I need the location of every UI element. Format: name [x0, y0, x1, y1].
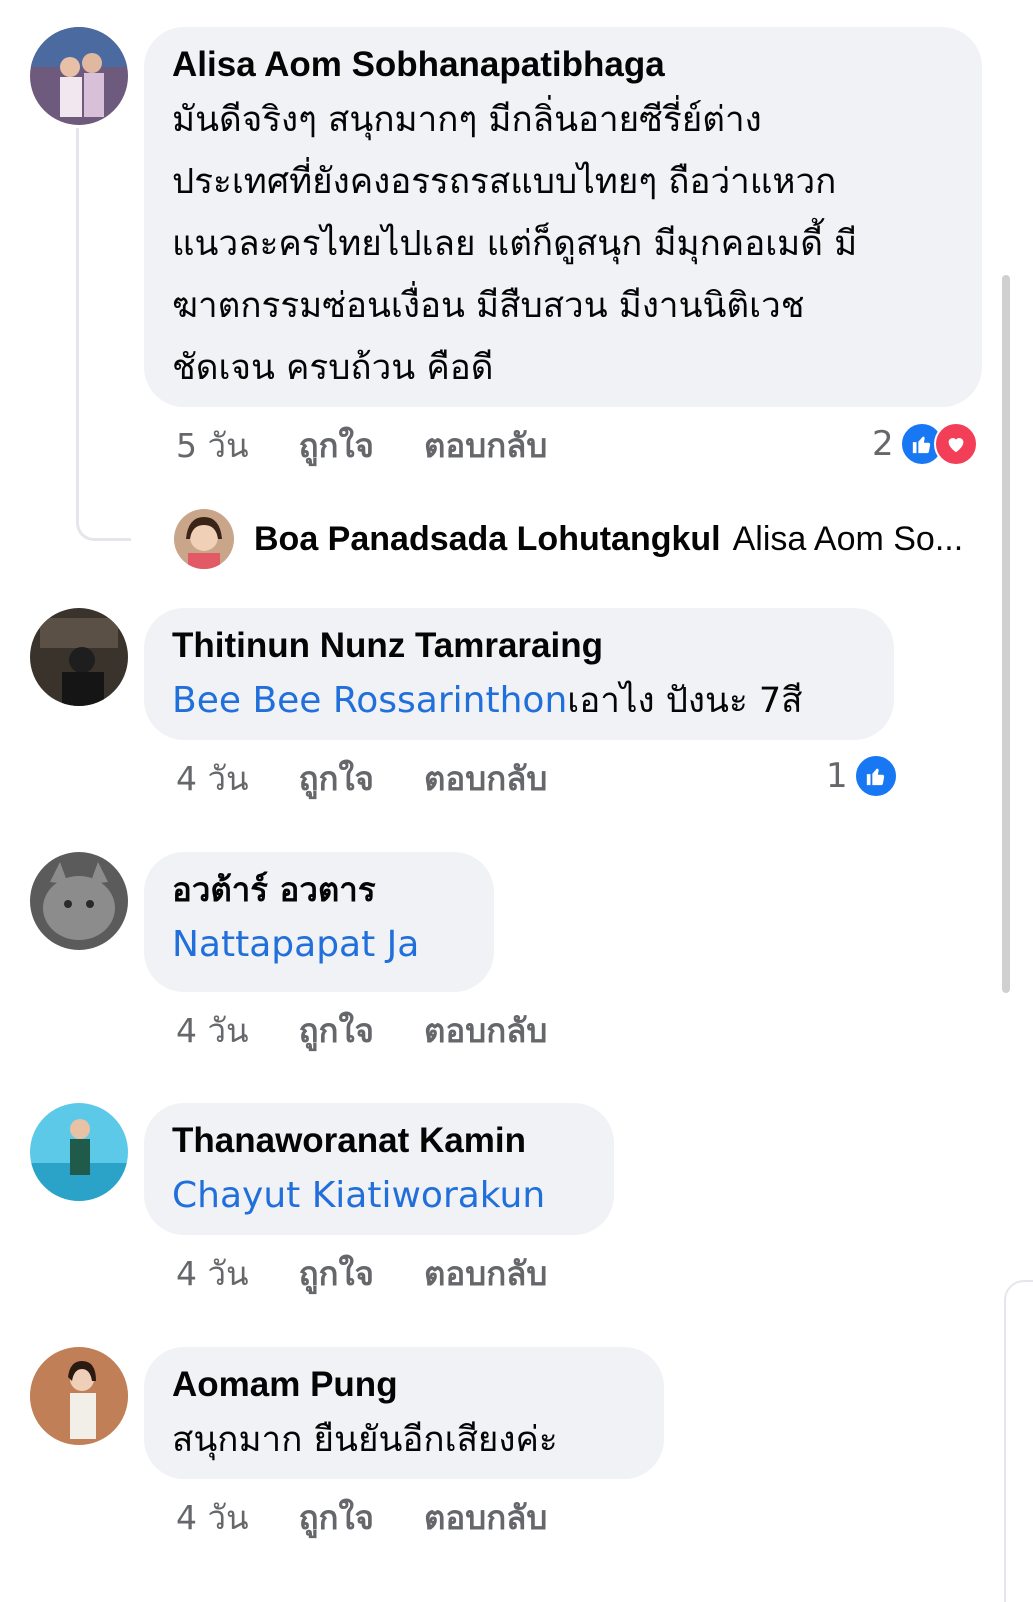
reply-button[interactable]: ตอบกลับ [424, 1491, 547, 1544]
reply-preview[interactable]: Boa Panadsada Lohutangkul Alisa Aom So..… [174, 508, 963, 570]
avatar[interactable] [30, 852, 128, 950]
scrollbar[interactable] [1002, 275, 1010, 993]
reaction-summary[interactable]: 2 [872, 422, 978, 466]
like-button[interactable]: ถูกใจ [299, 752, 374, 805]
reaction-count: 2 [872, 424, 894, 464]
comment-text-line: มันดีจริงๆ สนุกมากๆ มีกลิ่นอายซีรี่ย์ต่า… [172, 100, 762, 140]
comment-author[interactable]: อวต้าร์ อวตาร [172, 866, 466, 914]
comment-bubble: Alisa Aom Sobhanapatibhaga มันดีจริงๆ สน… [144, 27, 982, 407]
comment-timestamp: 5 วัน [176, 425, 249, 465]
reaction-summary[interactable]: 1 [826, 754, 898, 798]
avatar[interactable] [30, 1103, 128, 1201]
avatar[interactable] [30, 27, 128, 125]
comment-bubble: Aomam Pung สนุกมาก ยืนยันอีกเสียงค่ะ [144, 1347, 664, 1479]
comment-text-line: ชัดเจน ครบถ้วน คือดี [172, 348, 494, 388]
comment-actions: 4 วัน ถูกใจ ตอบกลับ [176, 1492, 597, 1542]
avatar[interactable] [30, 1347, 128, 1445]
comment-bubble: Thanaworanat Kamin Chayut Kiatiworakun [144, 1103, 614, 1235]
comment-actions: 4 วัน ถูกใจ ตอบกลับ [176, 1005, 597, 1055]
comment-author[interactable]: Aomam Pung [172, 1361, 636, 1409]
comment-actions: 5 วัน ถูกใจ ตอบกลับ [176, 420, 597, 470]
comment-timestamp: 4 วัน [176, 758, 249, 798]
comment-text: Bee Bee Rossarinthonเอาไง ปังนะ 7สี [172, 670, 866, 732]
reaction-count: 1 [826, 756, 848, 796]
like-button[interactable]: ถูกใจ [299, 1004, 374, 1057]
comment-author[interactable]: Thanaworanat Kamin [172, 1117, 586, 1165]
comment-actions: 4 วัน ถูกใจ ตอบกลับ [176, 753, 597, 803]
avatar[interactable] [30, 608, 128, 706]
avatar[interactable] [174, 509, 234, 569]
comment-author[interactable]: Alisa Aom Sobhanapatibhaga [172, 41, 954, 89]
comment-timestamp: 4 วัน [176, 1497, 249, 1537]
panel-edge [1004, 1280, 1033, 1602]
comment-actions: 4 วัน ถูกใจ ตอบกลับ [176, 1248, 597, 1298]
like-button[interactable]: ถูกใจ [299, 1247, 374, 1300]
reply-snippet: Alisa Aom So... [732, 519, 964, 558]
comment-text-line: ประเทศที่ยังคงอรรถรสแบบไทยๆ ถือว่าแหวก [172, 162, 837, 202]
mention-link[interactable]: Nattapapat Ja [172, 924, 419, 965]
reply-button[interactable]: ตอบกลับ [424, 419, 547, 472]
reply-button[interactable]: ตอบกลับ [424, 752, 547, 805]
comment-bubble: อวต้าร์ อวตาร Nattapapat Ja [144, 852, 494, 992]
like-icon [853, 754, 898, 798]
thread-connector [76, 128, 131, 541]
reply-button[interactable]: ตอบกลับ [424, 1004, 547, 1057]
comment-text: สนุกมาก ยืนยันอีกเสียงค่ะ [172, 1420, 558, 1460]
comment-text: Nattapapat Ja [172, 914, 466, 976]
reply-button[interactable]: ตอบกลับ [424, 1247, 547, 1300]
comment-author[interactable]: Thitinun Nunz Tamraraing [172, 622, 866, 670]
like-button[interactable]: ถูกใจ [299, 419, 374, 472]
mention-link[interactable]: Bee Bee Rossarinthon [172, 680, 567, 721]
comment-timestamp: 4 วัน [176, 1010, 249, 1050]
like-button[interactable]: ถูกใจ [299, 1491, 374, 1544]
love-icon [933, 422, 978, 466]
comment-bubble: Thitinun Nunz Tamraraing Bee Bee Rossari… [144, 608, 894, 740]
comment-text-body: เอาไง ปังนะ 7สี [567, 681, 803, 721]
comment-text-line: ฆาตกรรมซ่อนเงื่อน มีสืบสวน มีงานนิติเวช [172, 286, 805, 326]
mention-link[interactable]: Chayut Kiatiworakun [172, 1175, 545, 1216]
comment-text: Chayut Kiatiworakun [172, 1165, 586, 1227]
comment-timestamp: 4 วัน [176, 1253, 249, 1293]
comment-text-line: แนวละครไทยไปเลย แต่ก็ดูสนุก มีมุกคอเมดี้… [172, 224, 858, 264]
reply-author[interactable]: Boa Panadsada Lohutangkul [254, 520, 721, 559]
